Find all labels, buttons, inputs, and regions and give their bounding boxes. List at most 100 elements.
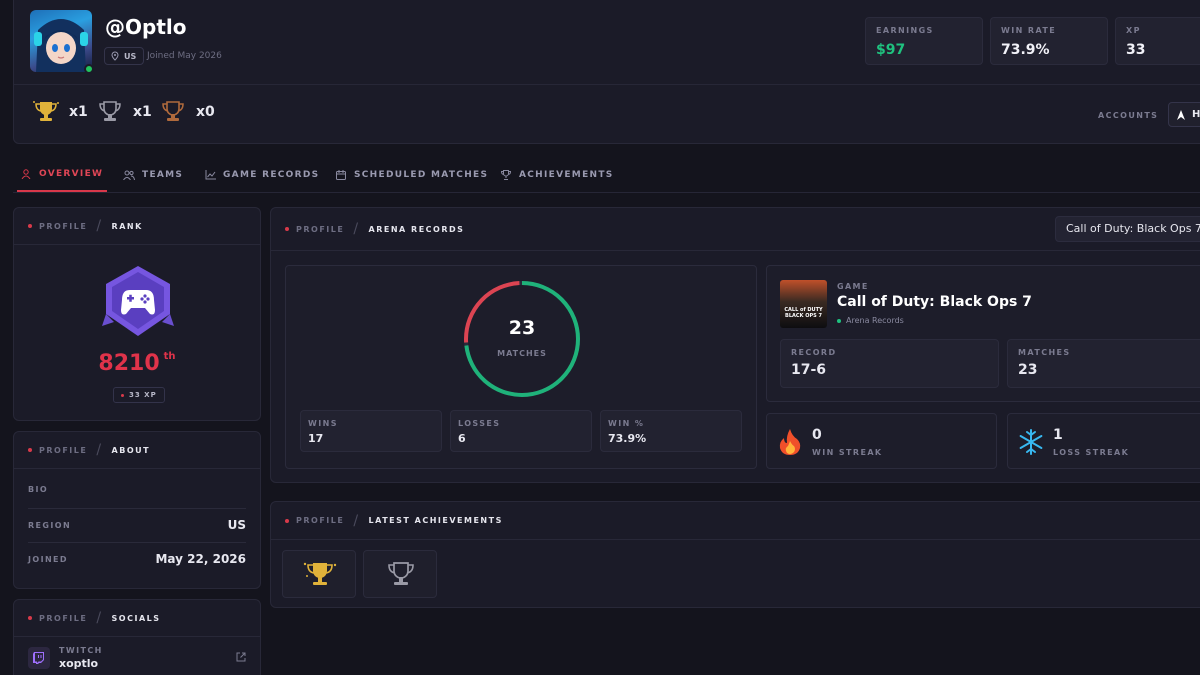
trophy-count: x1	[69, 104, 88, 120]
crumb-parent: PROFILE	[296, 224, 345, 234]
crumb-current: LATEST ACHIEVEMENTS	[368, 516, 503, 525]
tab-label: GAME RECORDS	[223, 169, 320, 180]
silver-trophy-icon	[99, 101, 121, 121]
wins-box: WINS 17	[300, 410, 442, 452]
arena-records-card: PROFILE / ARENA RECORDS Call of Duty: Blac…	[270, 207, 1200, 483]
stat-label: WIN RATE	[1001, 26, 1057, 35]
matches-panel: 23 MATCHES WINS 17 LOSSES 6 WIN % 73.9%	[285, 265, 757, 469]
profile-tabs: OVERVIEW TEAMS GAME RECORDS SCHEDULED MA…	[13, 157, 1200, 193]
loss-streak-label: LOSS STREAK	[1053, 448, 1130, 457]
win-loss-ring	[464, 281, 580, 397]
tab-game-records[interactable]: GAME RECORDS	[205, 157, 319, 192]
location-pin-icon	[111, 51, 119, 61]
trophy-icon	[501, 169, 511, 180]
fire-icon	[779, 429, 801, 455]
joined-date: Joined May 2026	[147, 51, 222, 61]
trophy-gold: x1	[32, 99, 88, 125]
social-handle[interactable]: xoptlo	[59, 657, 98, 670]
win-streak-box: 0 WIN STREAK	[766, 413, 997, 469]
game-cover: CALL of DUTY BLACK OPS 7	[780, 280, 827, 328]
losses-value: 6	[458, 432, 466, 445]
crumb-parent: PROFILE	[39, 613, 88, 623]
online-status-dot	[84, 64, 94, 74]
stat-label: EARNINGS	[876, 26, 934, 35]
winpct-label: WIN %	[608, 419, 645, 428]
matches-count: 23	[508, 317, 536, 339]
social-platform: TWITCH	[59, 646, 103, 655]
rank-xp: 33 XP	[129, 391, 157, 399]
rank-suffix: th	[163, 351, 176, 362]
accounts-label: ACCOUNTS	[1098, 111, 1159, 120]
record-box: RECORD 17-6	[780, 339, 999, 388]
stat-earnings: EARNINGS $97	[865, 17, 983, 65]
breadcrumb: PROFILE / RANK	[14, 208, 260, 245]
snowflake-icon	[1019, 429, 1043, 455]
losses-box: LOSSES 6	[450, 410, 592, 452]
losses-label: LOSSES	[458, 419, 501, 428]
country-code: US	[124, 51, 137, 61]
breadcrumb: PROFILE / LATEST ACHIEVEMENTS	[271, 502, 1200, 540]
external-link-icon[interactable]	[236, 652, 246, 662]
avatar[interactable]	[30, 10, 92, 72]
achievement-item[interactable]	[363, 550, 437, 598]
tab-achievements[interactable]: ACHIEVEMENTS	[501, 157, 614, 192]
trophy-bronze: x0	[159, 99, 215, 125]
profile-header: @Optlo US Joined May 2026 EARNINGS $97 W…	[13, 0, 1200, 144]
wins-value: 17	[308, 432, 324, 445]
joined-value: May 22, 2026	[155, 552, 246, 566]
trophy-count: x0	[196, 104, 215, 120]
header-divider	[14, 84, 1200, 85]
game-matches-box: MATCHES 23	[1007, 339, 1200, 388]
game-matches-value: 23	[1018, 362, 1038, 378]
trophy-silver: x1	[96, 99, 152, 125]
rank-number: 8210	[98, 351, 160, 376]
silver-trophy-icon	[388, 562, 414, 585]
game-select[interactable]: Call of Duty: Black Ops 7	[1055, 216, 1200, 242]
rank-position: 8210th	[14, 351, 260, 376]
matches-label: MATCHES	[497, 349, 547, 358]
gold-trophy-icon	[33, 101, 59, 121]
crumb-parent: PROFILE	[39, 221, 88, 231]
game-sub: Arena Records	[837, 316, 904, 325]
achievement-item[interactable]	[282, 550, 356, 598]
tab-label: TEAMS	[142, 169, 184, 180]
game-matches-label: MATCHES	[1018, 348, 1071, 357]
game-cover-text: CALL of DUTY BLACK OPS 7	[784, 307, 823, 319]
tab-scheduled-matches[interactable]: SCHEDULED MATCHES	[336, 157, 488, 192]
user-icon	[21, 168, 31, 179]
wins-label: WINS	[308, 419, 338, 428]
breadcrumb: PROFILE / SOCIALS	[14, 600, 260, 637]
stat-value: 73.9%	[1001, 42, 1050, 58]
crumb-current: SOCIALS	[111, 613, 161, 623]
tab-overview[interactable]: OVERVIEW	[17, 157, 108, 192]
stat-label: XP	[1126, 26, 1141, 35]
trophy-count: x1	[133, 104, 152, 120]
crumb-current: ABOUT	[111, 445, 151, 455]
rank-card: PROFILE / RANK 8210th 33 XP	[13, 207, 261, 421]
tab-label: ACHIEVEMENTS	[519, 169, 614, 180]
country-badge: US	[104, 47, 145, 65]
stat-win-rate: WIN RATE 73.9%	[990, 17, 1108, 65]
game-panel: CALL of DUTY BLACK OPS 7 GAME Call of Du…	[766, 265, 1200, 402]
tab-label: OVERVIEW	[39, 168, 104, 179]
game-title: Call of Duty: Black Ops 7	[837, 294, 1032, 310]
twitch-icon	[28, 647, 50, 669]
joined-label: JOINED	[28, 555, 68, 564]
users-icon	[123, 170, 135, 180]
crumb-parent: PROFILE	[296, 516, 345, 525]
crumb-current: ARENA RECORDS	[368, 224, 465, 234]
win-streak-label: WIN STREAK	[812, 448, 883, 457]
stat-xp: XP 33	[1115, 17, 1200, 65]
region-label: REGION	[28, 521, 72, 530]
crumb-parent: PROFILE	[39, 445, 88, 455]
tab-teams[interactable]: TEAMS	[123, 157, 183, 192]
record-label: RECORD	[791, 348, 837, 357]
avatar-art	[34, 19, 88, 72]
chart-line-icon	[205, 169, 216, 179]
about-card: PROFILE / ABOUT BIO REGION US JOINED May 2…	[13, 431, 261, 589]
account-chip[interactable]: H	[1168, 102, 1200, 127]
account-chip-label: H	[1192, 109, 1200, 120]
game-label: GAME	[837, 282, 869, 291]
loss-streak-value: 1	[1053, 427, 1063, 443]
stat-value: $97	[876, 42, 906, 58]
